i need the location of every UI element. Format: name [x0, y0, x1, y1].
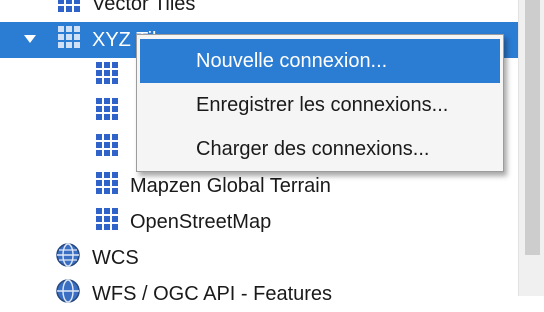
tree-item-wfs[interactable]: WFS / OGC API - Features	[0, 276, 518, 312]
tree-item-label: WCS	[92, 246, 139, 269]
expand-arrow-icon[interactable]	[24, 35, 36, 43]
vector-tiles-icon	[56, 0, 82, 20]
tree-item-vector-tiles[interactable]: Vector Tiles	[0, 0, 518, 22]
scrollbar-thumb[interactable]	[525, 0, 540, 255]
xyz-tiles-icon	[56, 24, 82, 56]
vertical-scrollbar[interactable]	[518, 0, 544, 296]
xyz-layer-icon	[94, 60, 120, 92]
menu-item-save-connections[interactable]: Enregistrer les connexions...	[140, 83, 500, 127]
tree-item-label: OpenStreetMap	[130, 210, 272, 233]
xyz-layer-icon	[94, 96, 120, 128]
tree-item-label: WFS / OGC API - Features	[92, 282, 333, 305]
xyz-layer-icon	[94, 132, 120, 164]
wfs-globe-icon	[54, 277, 82, 311]
menu-item-label: Nouvelle connexion...	[196, 49, 388, 72]
menu-item-new-connection[interactable]: Nouvelle connexion...	[140, 39, 500, 83]
tree-item-mapzen-global-terrain[interactable]: Mapzen Global Terrain	[0, 168, 518, 204]
context-menu: Nouvelle connexion... Enregistrer les co…	[136, 34, 504, 172]
menu-item-label: Charger des connexions...	[196, 137, 430, 160]
tree-item-wcs[interactable]: WCS	[0, 240, 518, 276]
tree-item-label: Vector Tiles	[92, 0, 196, 15]
menu-item-label: Enregistrer les connexions...	[196, 93, 449, 116]
tree-item-openstreetmap[interactable]: OpenStreetMap	[0, 204, 518, 240]
tree-item-label: Mapzen Global Terrain	[130, 174, 331, 197]
menu-item-load-connections[interactable]: Charger des connexions...	[140, 127, 500, 171]
xyz-layer-icon	[94, 170, 120, 202]
xyz-layer-icon	[94, 206, 120, 238]
wcs-globe-icon	[54, 241, 82, 275]
